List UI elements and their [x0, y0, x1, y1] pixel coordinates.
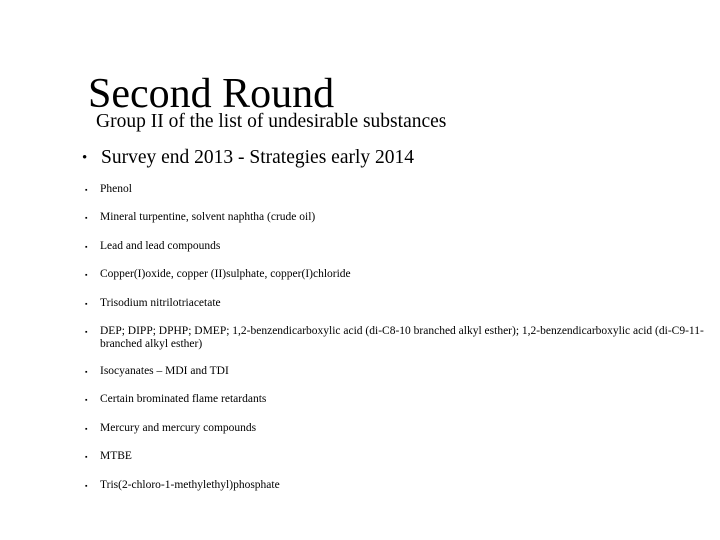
list-item-label: Lead and lead compounds — [100, 239, 221, 252]
bullet-square-icon: ▪ — [85, 242, 88, 251]
bullet-list: • Survey end 2013 - Strategies early 201… — [78, 146, 708, 507]
list-item-label: Copper(I)oxide, copper (II)sulphate, cop… — [100, 268, 351, 281]
list-item-label: Certain brominated flame retardants — [100, 393, 267, 406]
list-item: ▪ Tris(2-chloro-1-methylethyl)phosphate — [78, 479, 708, 492]
bullet-round-icon: • — [82, 150, 88, 166]
list-item: ▪ Lead and lead compounds — [78, 240, 708, 253]
bullet-square-icon: ▪ — [85, 481, 88, 490]
bullet-square-icon: ▪ — [85, 453, 88, 462]
list-item-label: DEP; DIPP; DPHP; DMEP; 1,2-benzendicarbo… — [100, 324, 704, 350]
bullet-square-icon: ▪ — [85, 186, 88, 194]
list-item: ▪ Copper(I)oxide, copper (II)sulphate, c… — [78, 268, 708, 281]
bullet-square-icon: ▪ — [85, 214, 88, 223]
presentation-slide: Second Round Group II of the list of und… — [0, 0, 720, 540]
slide-footer: The LOUS-project - Management strategies… — [0, 500, 720, 540]
bullet-square-icon: ▪ — [85, 367, 88, 376]
bullet-square-icon: ▪ — [85, 424, 88, 433]
list-item: ▪ DEP; DIPP; DPHP; DMEP; 1,2-benzendicar… — [78, 325, 708, 351]
bullet-square-icon: ▪ — [85, 299, 88, 308]
list-item: ▪ Phenol — [78, 183, 708, 196]
bullet-square-icon: ▪ — [85, 327, 88, 336]
list-item-label: Tris(2-chloro-1-methylethyl)phosphate — [100, 478, 280, 491]
list-item-label: Mercury and mercury compounds — [100, 421, 257, 434]
list-item: ▪ Mineral turpentine, solvent naphtha (c… — [78, 211, 708, 224]
list-item: ▪ Trisodium nitrilotriacetate — [78, 297, 708, 310]
slide-subtitle: Group II of the list of undesirable subs… — [96, 111, 447, 132]
list-item-label: Phenol — [100, 183, 132, 195]
list-item-label: Isocyanates – MDI and TDI — [100, 364, 229, 377]
list-item: ▪ Mercury and mercury compounds — [78, 422, 708, 435]
bullet-square-icon: ▪ — [85, 271, 88, 280]
bullet-square-icon: ▪ — [85, 396, 88, 405]
list-item: ▪ Isocyanates – MDI and TDI — [78, 365, 708, 378]
list-item: ▪ Certain brominated flame retardants — [78, 393, 708, 406]
list-item-label: Survey end 2013 - Strategies early 2014 — [101, 147, 415, 168]
list-item-label: Trisodium nitrilotriacetate — [100, 296, 221, 309]
list-item-label: Mineral turpentine, solvent naphtha (cru… — [100, 211, 316, 224]
list-item: ▪ MTBE — [78, 450, 708, 463]
list-item: • Survey end 2013 - Strategies early 201… — [78, 146, 708, 170]
list-item-label: MTBE — [100, 450, 132, 463]
